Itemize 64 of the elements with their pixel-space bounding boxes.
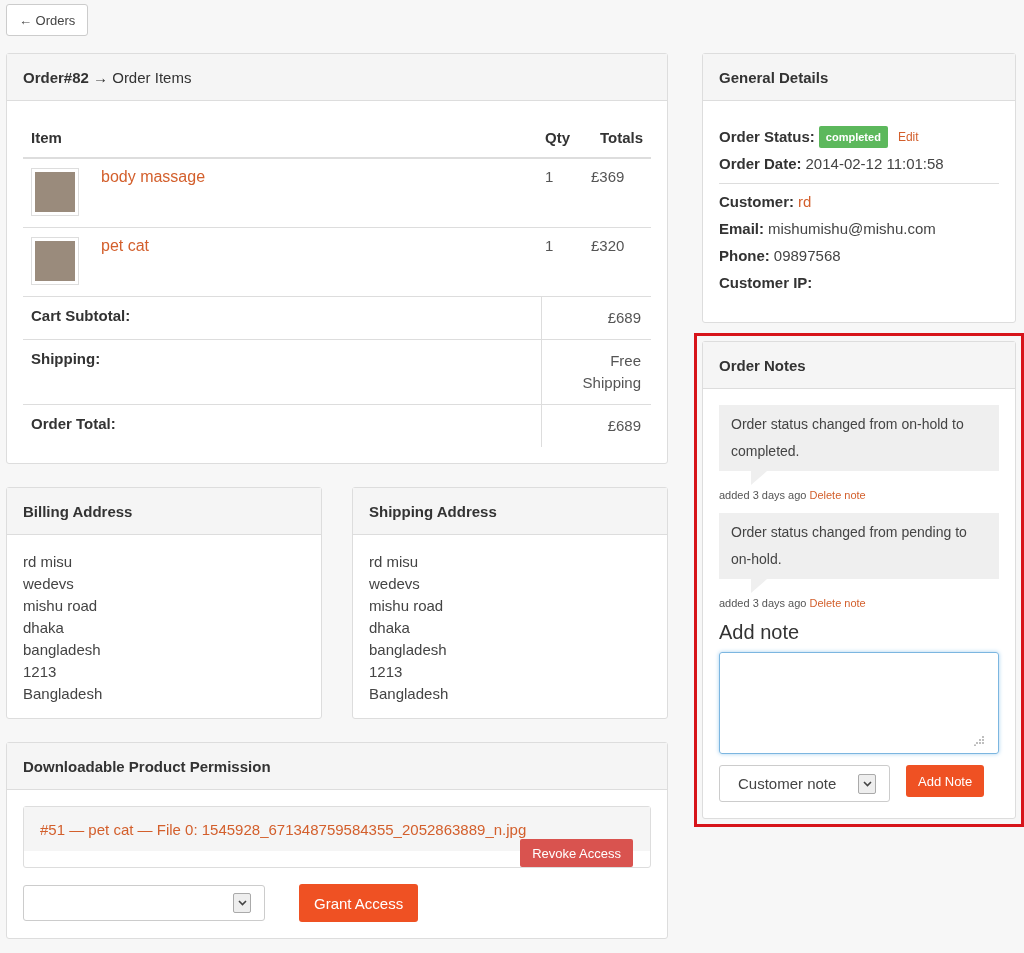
address-line: dhaka xyxy=(23,619,65,636)
quantity-cell-text: 1 xyxy=(545,168,555,185)
add-note-heading: Add note xyxy=(719,621,801,644)
panel-title: General Details xyxy=(719,68,829,86)
product-link[interactable]: body massage xyxy=(101,168,545,186)
edit-link[interactable]: Edit xyxy=(897,129,919,144)
caret-icon xyxy=(233,893,251,913)
product-thumbnail xyxy=(31,237,79,285)
address-line: dhaka xyxy=(369,619,411,636)
total-label: Shipping: xyxy=(30,349,102,369)
field-value: mishumishu@mishu.com xyxy=(768,220,936,237)
product-thumbnail xyxy=(31,168,79,216)
address-line: bangladesh xyxy=(23,641,102,658)
delete-note-link[interactable]: Delete note xyxy=(809,597,866,609)
field-value: 2014-02-12 11:01:58 xyxy=(805,155,944,172)
note-type-select[interactable]: Customer note xyxy=(719,765,890,802)
delete-note-link[interactable]: Delete note xyxy=(809,489,866,501)
column-header: Qty xyxy=(545,128,571,146)
total-value: Free Shipping xyxy=(582,352,641,391)
address-line: wedevs xyxy=(369,575,421,592)
address-line: bangladesh xyxy=(369,641,448,658)
panel-title: Billing Address xyxy=(23,502,133,520)
customer-link[interactable]: rd xyxy=(798,193,812,210)
field-label: Order Date: xyxy=(719,155,802,172)
address-line: mishu road xyxy=(369,597,445,614)
resize-grip-icon xyxy=(974,736,984,746)
total-label: Order Total: xyxy=(30,414,117,434)
field-label: Customer: xyxy=(719,193,794,210)
panel-title: Order Notes xyxy=(719,356,806,374)
total-value: £689 xyxy=(607,417,641,434)
note-input[interactable] xyxy=(719,652,999,754)
column-header: Totals xyxy=(599,128,644,146)
total-value: £689 xyxy=(607,309,641,326)
field-label: Phone: xyxy=(719,247,770,264)
status-badge: completed xyxy=(818,125,888,148)
address-line: 1213 xyxy=(369,663,404,680)
field-label: Customer IP: xyxy=(719,274,813,291)
panel-title: Downloadable Product Permission xyxy=(23,757,271,775)
quantity-cell-text: 1 xyxy=(545,237,555,254)
address-line: 1213 xyxy=(23,663,58,680)
back-button[interactable]: ← Orders xyxy=(6,4,89,36)
address-line: rd misu xyxy=(23,553,74,570)
panel-title: Shipping Address xyxy=(369,502,497,520)
total-cell-text: £369 xyxy=(591,168,626,185)
address-line: Bangladesh xyxy=(23,685,104,702)
field-value: 09897568 xyxy=(773,247,841,264)
note-meta: added 3 days ago xyxy=(719,597,807,609)
panel-title: Order#82 → Order Items xyxy=(23,68,192,86)
product-link[interactable]: pet cat xyxy=(101,237,545,255)
grant-access-button[interactable]: Grant Access xyxy=(299,884,419,922)
field-label: Email: xyxy=(719,220,764,237)
add-note-button[interactable]: Add Note xyxy=(906,765,985,797)
field-label: Order Status: xyxy=(719,128,815,145)
product-select[interactable] xyxy=(23,885,265,921)
total-cell-text: £320 xyxy=(591,237,626,254)
caret-icon xyxy=(858,773,876,794)
column-header: Item xyxy=(31,128,63,146)
address-line: wedevs xyxy=(23,575,75,592)
total-label: Cart Subtotal: xyxy=(30,306,132,326)
revoke-access-button[interactable]: Revoke Access xyxy=(520,839,633,867)
address-line: Bangladesh xyxy=(369,685,450,702)
address-line: mishu road xyxy=(23,597,99,614)
note-meta: added 3 days ago xyxy=(719,489,807,501)
address-line: rd misu xyxy=(369,553,420,570)
